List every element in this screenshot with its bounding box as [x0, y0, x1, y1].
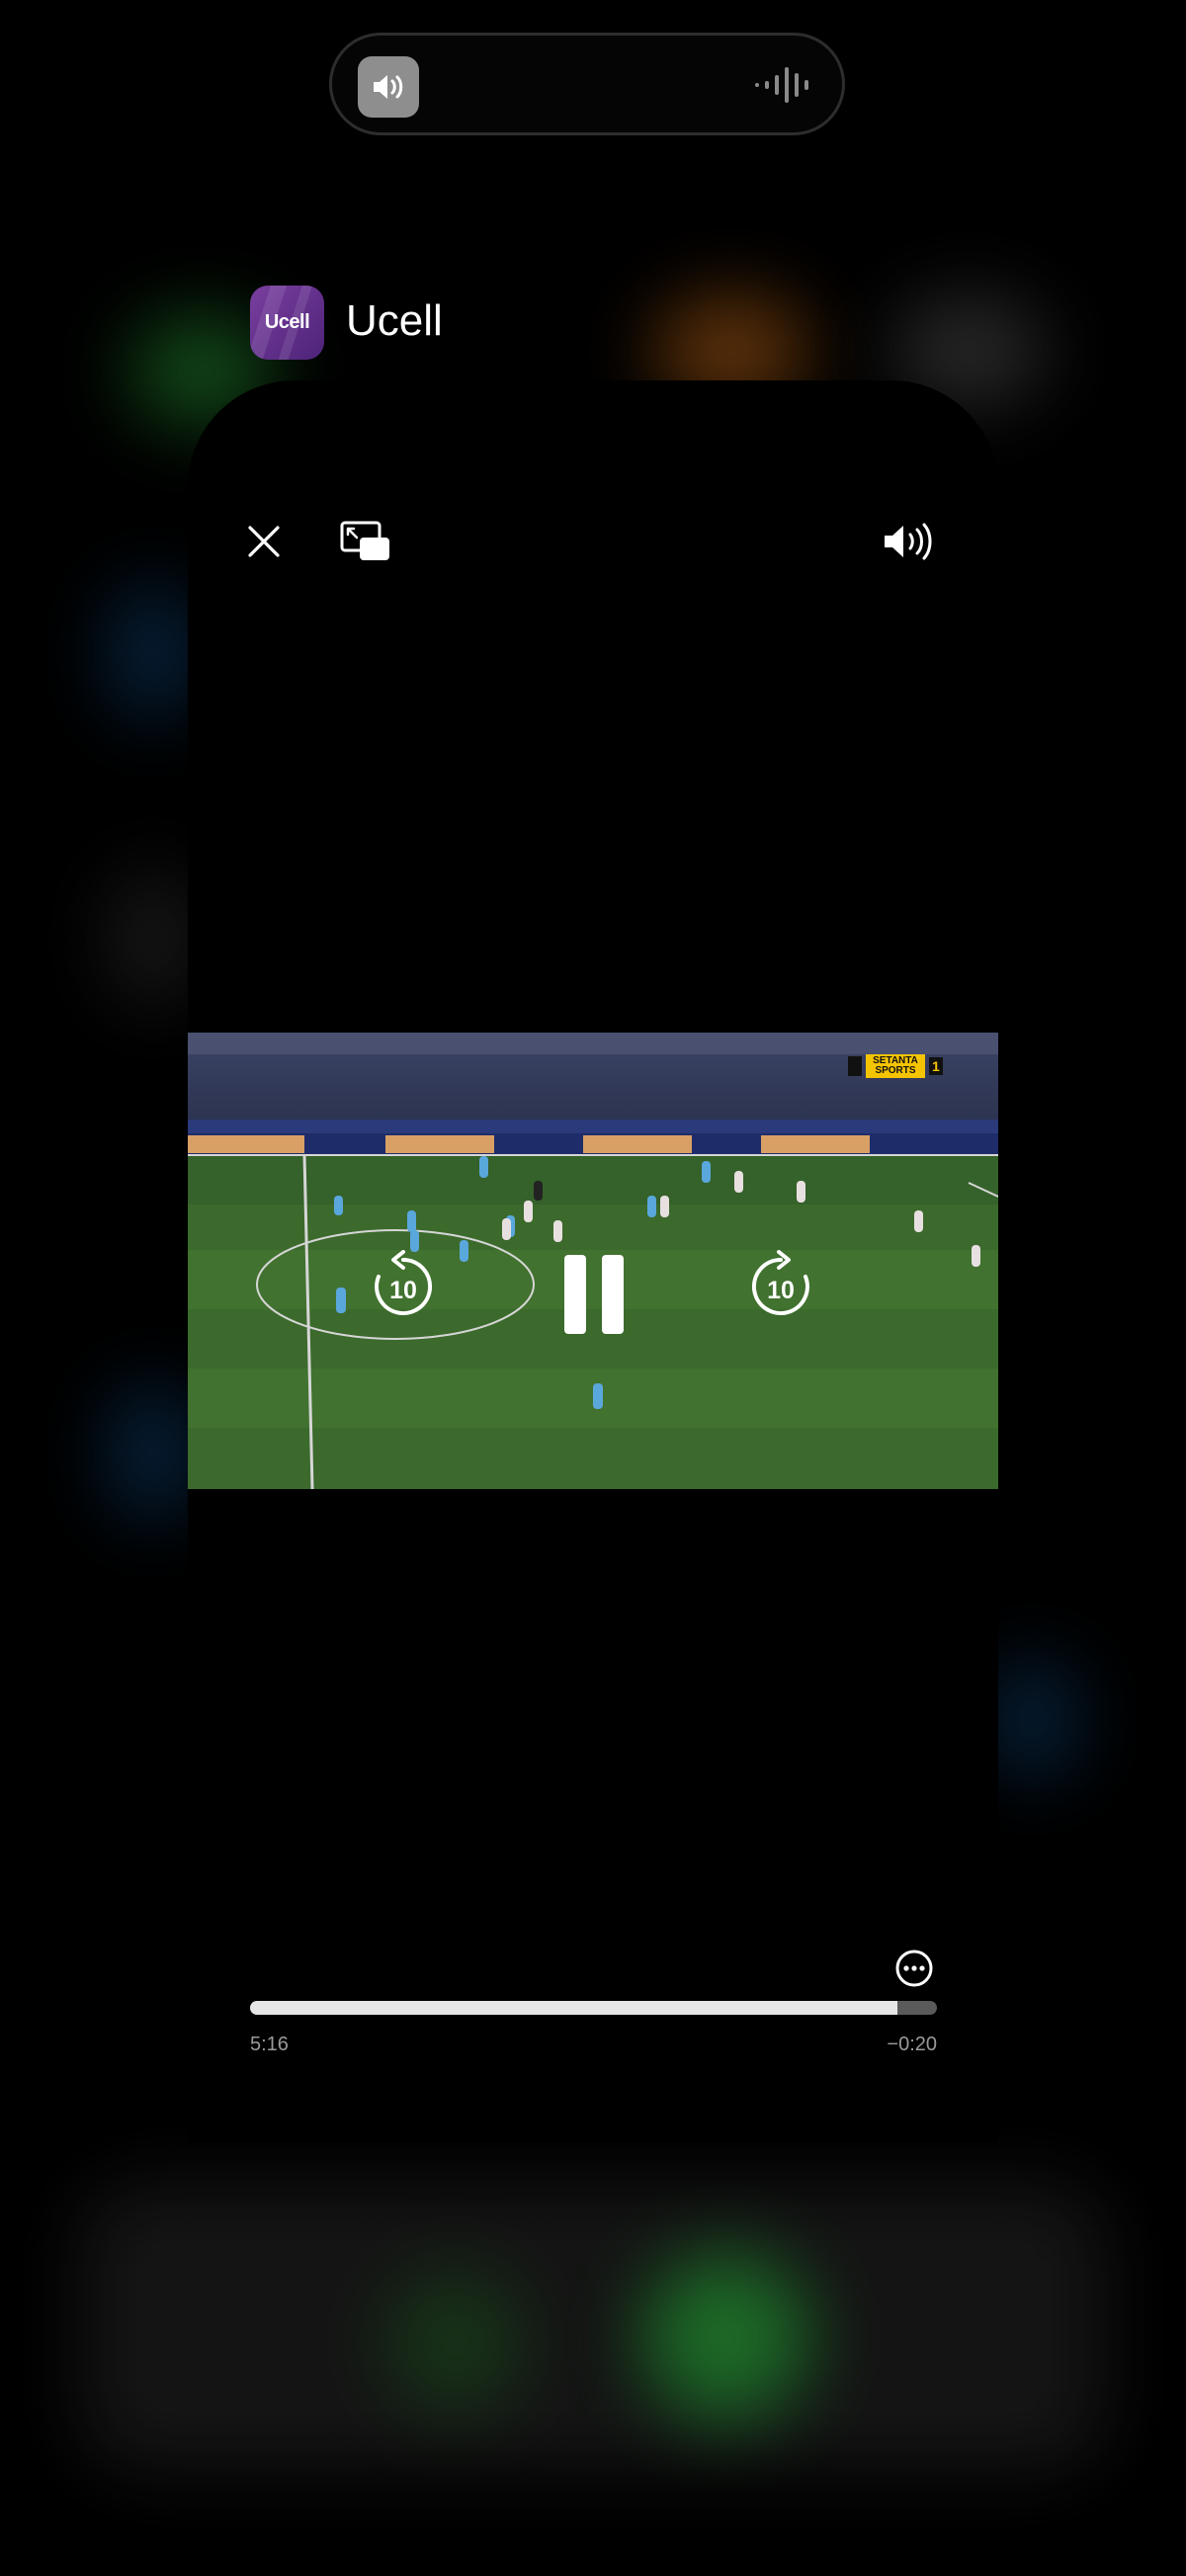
background-blur — [109, 583, 198, 721]
dynamic-island[interactable] — [329, 33, 845, 135]
video-player-card[interactable]: SETANTA SPORTS 1 10 10 5:16 −0:20 — [188, 380, 998, 2142]
volume-button[interactable] — [880, 517, 939, 566]
skip-forward-10-label: 10 — [767, 1277, 795, 1304]
broadcaster-badge: SETANTA SPORTS 1 — [848, 1054, 943, 1078]
background-blur — [79, 2184, 1107, 2470]
background-blur — [109, 870, 198, 1008]
more-options-button[interactable] — [891, 1946, 937, 1991]
elapsed-time: 5:16 — [250, 2034, 289, 2055]
background-blur — [988, 1660, 1077, 1779]
background-blur — [642, 2253, 810, 2421]
volume-icon — [885, 523, 932, 560]
waveform-icon — [755, 67, 808, 103]
ellipsis-circle-icon — [895, 1950, 933, 1987]
speaker-icon — [358, 56, 419, 118]
close-button[interactable] — [239, 517, 289, 566]
video-frame[interactable]: SETANTA SPORTS 1 10 10 — [188, 1033, 998, 1489]
close-icon — [248, 526, 280, 557]
background-blur — [385, 2273, 524, 2411]
skip-back-10-label: 10 — [389, 1277, 417, 1304]
skip-forward-10-button[interactable]: 10 — [748, 1250, 813, 1319]
app-icon-label: Ucell — [264, 311, 310, 333]
picture-in-picture-button[interactable] — [336, 517, 395, 566]
picture-in-picture-icon — [340, 521, 389, 560]
app-icon[interactable]: Ucell — [250, 286, 324, 360]
pause-button[interactable] — [563, 1255, 627, 1334]
pause-icon — [564, 1255, 624, 1334]
skip-back-10-button[interactable]: 10 — [371, 1250, 436, 1319]
progress-fill — [250, 2001, 898, 2015]
app-name: Ucell — [346, 296, 443, 345]
background-blur — [109, 1383, 198, 1522]
remaining-time: −0:20 — [887, 2034, 937, 2055]
progress-bar[interactable] — [250, 2001, 937, 2015]
